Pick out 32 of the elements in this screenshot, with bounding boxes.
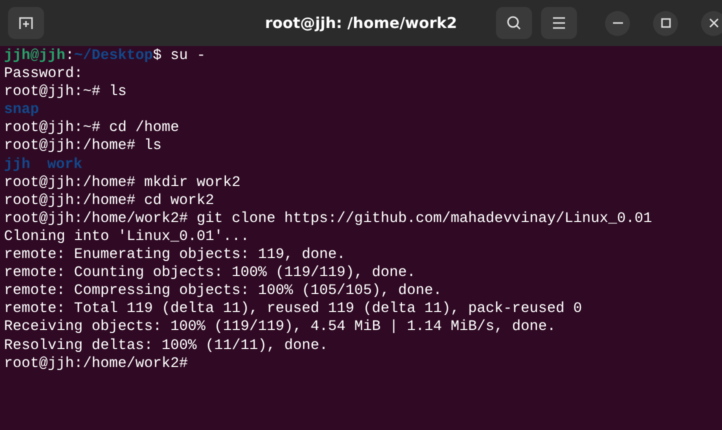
terminal-text: remote: Total 119 (delta 11), reused 119 (delta 11), pack-reused 0 [4,300,582,318]
terminal-text: root@jjh:/home# ls [4,137,162,156]
terminal-text: root@jjh:~# cd /home [4,119,180,138]
minimize-button[interactable] [605,10,630,36]
terminal-text: Cloning into 'Linux_0.01'... [4,228,250,246]
terminal-text: root@jjh:/home/work2# [4,354,188,373]
menu-button[interactable] [541,7,577,39]
terminal-text: root@jjh:/home# cd work2 [4,192,214,210]
new-tab-button[interactable] [8,7,44,39]
terminal-text: Resolving deltas: 100% (11/11), done. [4,336,328,355]
terminal-line: jjh@jjh:~/Desktop$ su - [4,47,206,66]
maximize-button[interactable] [653,10,678,36]
close-button[interactable] [701,10,722,36]
directory-name: jjh [4,156,30,174]
terminal-text: Password: [4,65,83,84]
terminal-text: remote: Enumerating objects: 119, done. [4,246,346,264]
directory-name: work [47,156,82,174]
window-title: root@jjh: /home/work2 [264,14,458,32]
terminal-text: root@jjh:/home# mkdir work2 [4,174,240,192]
menu-icon [552,17,566,29]
terminal-text: remote: Compressing objects: 100% (105/105), done. [4,282,442,300]
search-icon [506,15,522,31]
terminal-text: root@jjh:~# ls [4,83,127,102]
terminal-text: root@jjh:/home/work2# git clone https://github.com/mahadevvinay/Linux_0.01 [4,210,652,228]
minimize-icon [612,22,622,24]
maximize-icon [660,18,670,28]
terminal-text: remote: Counting objects: 100% (119/119), done. [4,264,416,282]
search-button[interactable] [496,7,532,39]
directory-name: snap [4,101,40,120]
terminal-text: Receiving objects: 100% (119/119), 4.54 MiB | 1.14 MiB/s, done. [4,318,556,336]
close-icon [708,18,718,28]
new-tab-icon [18,15,34,31]
